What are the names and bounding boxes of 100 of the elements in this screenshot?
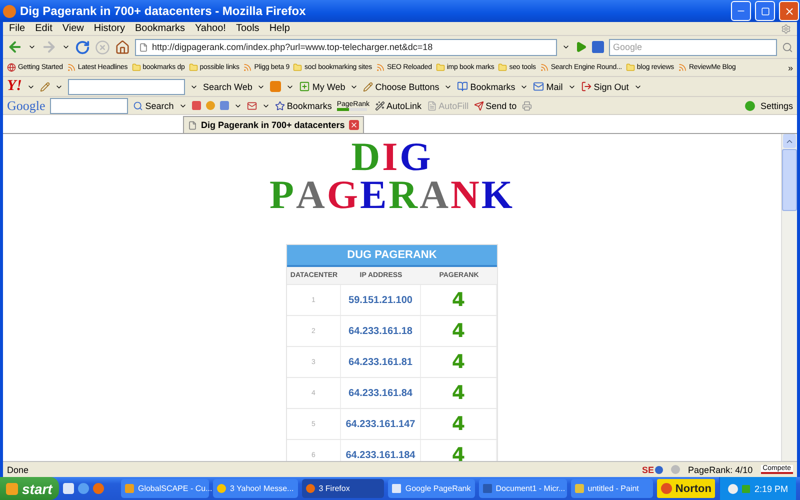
- taskbar-button[interactable]: untitled - Paint: [570, 479, 654, 498]
- reload-icon[interactable]: [75, 40, 90, 54]
- menu-item[interactable]: Bookmarks: [134, 23, 185, 34]
- menu-item[interactable]: File: [9, 23, 26, 34]
- folder-icon: [626, 63, 635, 72]
- toolbar-button[interactable]: AutoLink: [374, 100, 422, 110]
- logo-letter: K: [481, 176, 514, 214]
- taskbar-button[interactable]: Google PageRank: [388, 479, 475, 498]
- close-button[interactable]: [779, 1, 799, 21]
- toolbar-button[interactable]: Search: [133, 100, 174, 110]
- more-bookmarks-button[interactable]: »: [788, 62, 793, 72]
- mail-icon[interactable]: [246, 100, 257, 110]
- page-icon: [188, 120, 197, 130]
- sign-out-icon: [580, 81, 592, 92]
- feed-icon: [66, 63, 76, 72]
- page-icon: [139, 42, 148, 52]
- logo-letter: I: [382, 138, 400, 176]
- menu-item[interactable]: Help: [269, 23, 290, 34]
- maximize-button[interactable]: [755, 1, 775, 21]
- taskbar-button[interactable]: 3 Yahoo! Messe...: [212, 479, 298, 498]
- clock: 2:19 PM: [754, 484, 788, 494]
- star-icon: [274, 100, 285, 110]
- table-title: DUG PAGERANK: [287, 245, 497, 267]
- browser-tab[interactable]: Dig Pagerank in 700+ datacenters: [183, 116, 364, 133]
- logo-letter: E: [360, 176, 389, 214]
- pencil-icon[interactable]: [40, 82, 50, 92]
- form-icon: [426, 100, 437, 110]
- window-title: Dig Pagerank in 700+ datacenters - Mozilla Firefox: [20, 4, 307, 18]
- ip-address-cell: 59.151.21.100: [341, 285, 421, 315]
- go-icon[interactable]: [575, 41, 587, 53]
- search-field[interactable]: [50, 98, 128, 114]
- logo-letter: N: [450, 176, 482, 214]
- folder-icon: [293, 63, 302, 72]
- yahoo-logo[interactable]: Y!: [7, 78, 22, 95]
- pagerank-cell: 4: [421, 316, 497, 346]
- send-icon: [474, 100, 484, 110]
- close-icon: [784, 6, 794, 16]
- toolbar-button[interactable]: My Web: [299, 81, 346, 92]
- forward-arrow-icon[interactable]: [41, 39, 57, 55]
- toolbar-button[interactable]: Sign Out: [580, 81, 629, 92]
- ip-address-cell: 64.233.161.84: [341, 378, 421, 408]
- menu-item[interactable]: Tools: [236, 23, 260, 34]
- dropdown-caret-icon: [28, 43, 36, 51]
- logo-letter: G: [326, 176, 360, 214]
- settings-button[interactable]: Settings: [760, 100, 793, 110]
- scroll-up-button[interactable]: [783, 134, 796, 148]
- logo-letter: D: [351, 138, 382, 176]
- home-icon[interactable]: [115, 40, 130, 54]
- book-icon: [457, 81, 468, 92]
- start-button[interactable]: start: [0, 477, 59, 500]
- toolbar-button[interactable]: Search Web: [203, 82, 252, 92]
- search-icon[interactable]: [782, 42, 793, 52]
- taskbar-button[interactable]: Document1 - Micr...: [478, 479, 567, 498]
- pagerank-status: PageRank: 4/10: [688, 464, 753, 474]
- address-field[interactable]: http://digpagerank.com/index.php?url=www.top-telecharger.net&dc=18: [135, 38, 557, 56]
- search-icon: [133, 100, 144, 110]
- dropdown-caret-icon: [562, 43, 570, 51]
- taskbar-button[interactable]: 3 Firefox: [302, 479, 384, 498]
- toolbar-button[interactable]: Bookmarks: [457, 81, 516, 92]
- minimize-button[interactable]: [731, 1, 751, 21]
- pagerank-cell: 4: [421, 378, 497, 408]
- menu-item[interactable]: Yahoo!: [195, 23, 226, 34]
- toolbar-button[interactable]: Mail: [533, 81, 563, 92]
- search-field[interactable]: [68, 78, 185, 94]
- norton-badge[interactable]: Norton: [657, 479, 716, 498]
- ip-address-cell: 64.233.161.81: [341, 347, 421, 377]
- logo-letter: A: [296, 176, 327, 214]
- folder-icon: [188, 63, 198, 72]
- wand-icon: [374, 100, 385, 110]
- toolbar-button[interactable]: Send to: [474, 100, 517, 110]
- close-tab-button[interactable]: [348, 120, 359, 130]
- menu-item[interactable]: View: [62, 23, 84, 34]
- seo-badge[interactable]: SE: [642, 464, 664, 474]
- pagerank-cell: 4: [421, 285, 497, 315]
- ip-address-cell: 64.233.161.147: [341, 409, 421, 439]
- dropdown-caret-icon: [62, 43, 70, 51]
- status-dot-icon: [745, 100, 756, 110]
- logo-letter: P: [270, 176, 296, 214]
- feed-icon: [376, 63, 385, 72]
- menu-item[interactable]: Edit: [35, 23, 52, 34]
- ip-address-cell: 64.233.161.184: [341, 440, 421, 461]
- stop-icon[interactable]: [95, 40, 110, 54]
- logo-letter: A: [420, 176, 450, 214]
- folder-icon: [498, 63, 508, 72]
- toolbar-button[interactable]: Bookmarks: [274, 100, 332, 110]
- google-logo[interactable]: Google: [7, 98, 46, 114]
- menu-item[interactable]: History: [94, 23, 125, 34]
- gear-icon: [781, 24, 791, 34]
- taskbar-button[interactable]: GlobalSCAPE - Cu...: [120, 479, 209, 498]
- feed-icon: [540, 63, 549, 72]
- pagerank-cell: 4: [421, 409, 497, 439]
- maximize-icon: [760, 6, 770, 16]
- globe-icon: [7, 63, 16, 72]
- printer-icon[interactable]: [522, 100, 532, 110]
- feed-icon: [243, 63, 252, 72]
- scrollbar-thumb[interactable]: [782, 149, 797, 211]
- toolbar-button[interactable]: Choose Buttons: [363, 82, 440, 92]
- feed-icon: [678, 63, 688, 72]
- pagerank-cell: 4: [421, 347, 497, 377]
- pencil-icon: [363, 82, 374, 92]
